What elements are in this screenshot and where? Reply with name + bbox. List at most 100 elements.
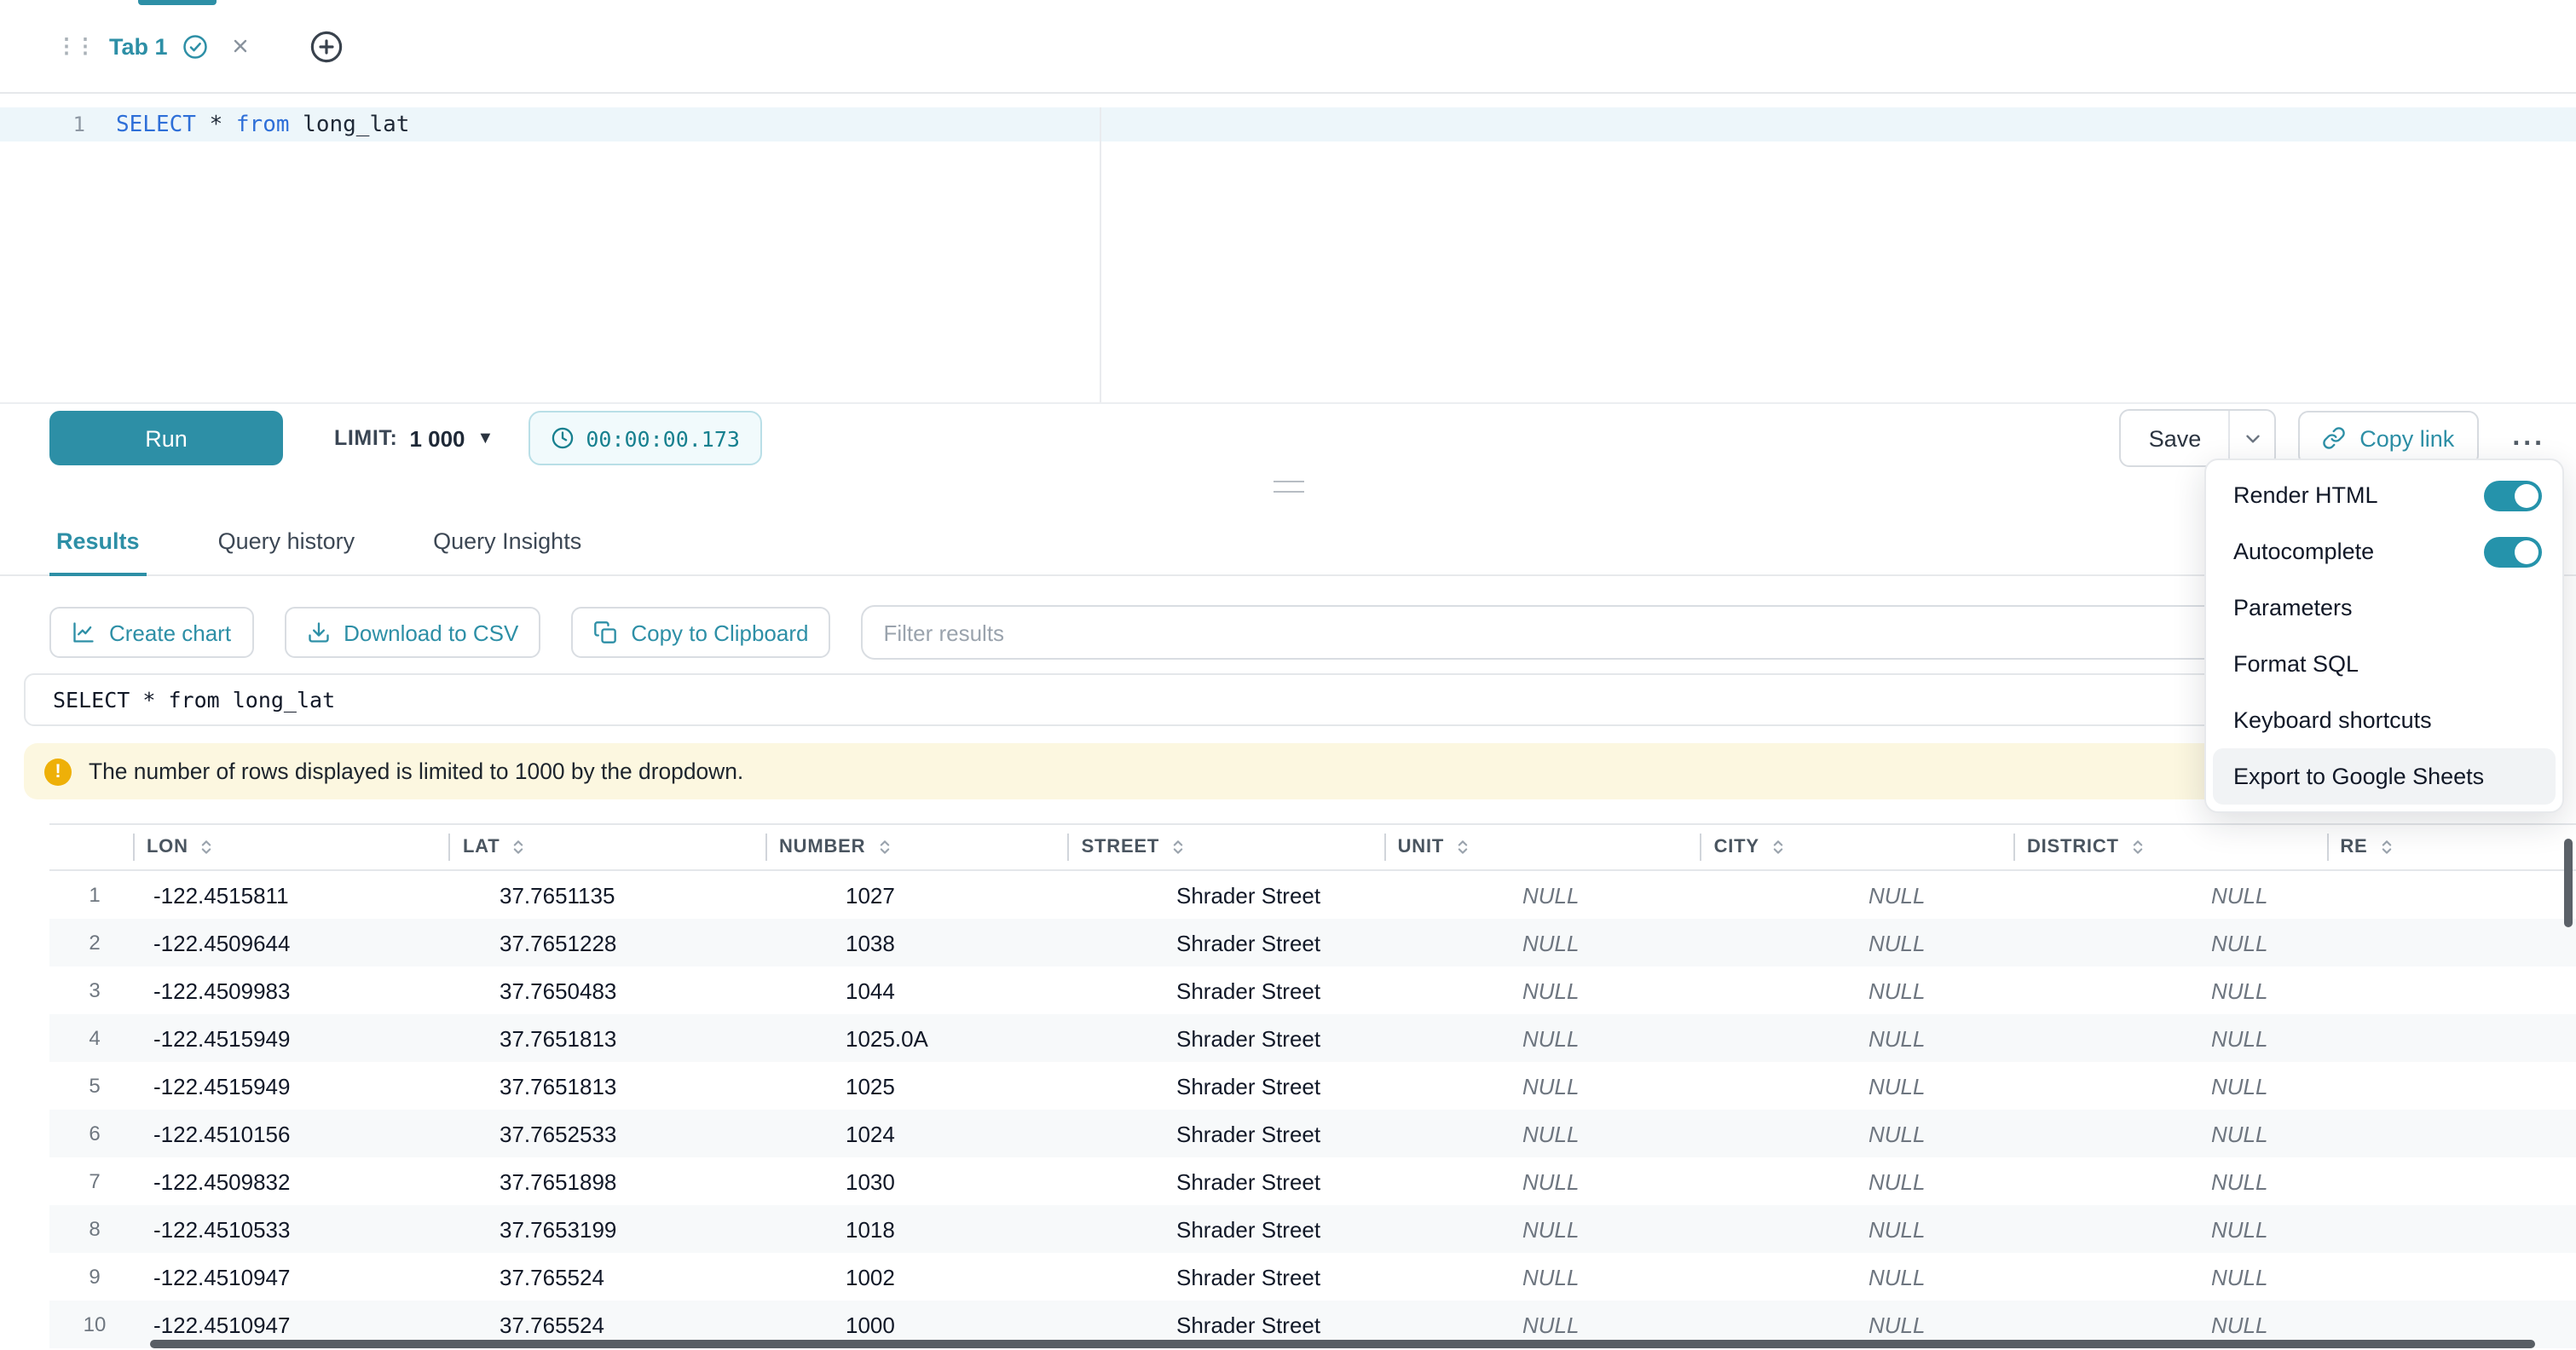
sql-editor[interactable]: 1 SELECT * from long_lat — [0, 107, 2576, 404]
menu-item-format-sql[interactable]: Format SQL — [2206, 636, 2562, 692]
table-cell[interactable]: NULL — [1855, 1312, 2198, 1337]
table-cell[interactable]: Shrader Street — [1163, 1264, 1509, 1289]
table-cell[interactable]: NULL — [1509, 1264, 1855, 1289]
table-row[interactable]: 9-122.451094737.7655241002Shrader Street… — [49, 1253, 2576, 1301]
table-cell[interactable]: 37.7650483 — [486, 978, 832, 1003]
table-cell[interactable]: -122.4515949 — [140, 1073, 486, 1099]
table-cell[interactable]: Shrader Street — [1163, 882, 1509, 908]
row-number[interactable]: 3 — [49, 978, 140, 1002]
table-cell[interactable]: NULL — [1855, 1216, 2198, 1242]
column-header-district[interactable]: DISTRICT — [2013, 825, 2326, 869]
table-cell[interactable]: NULL — [2198, 1216, 2540, 1242]
table-cell[interactable]: 37.7651135 — [486, 882, 832, 908]
table-cell[interactable]: NULL — [1509, 930, 1855, 955]
table-cell[interactable]: NULL — [1855, 882, 2198, 908]
save-options-button[interactable] — [2228, 411, 2274, 465]
row-number[interactable]: 1 — [49, 883, 140, 907]
table-row[interactable]: 2-122.450964437.76512281038Shrader Stree… — [49, 919, 2576, 966]
table-cell[interactable]: 1044 — [832, 978, 1163, 1003]
menu-item-autocomplete[interactable]: Autocomplete — [2206, 523, 2562, 580]
table-cell[interactable]: NULL — [2198, 978, 2540, 1003]
menu-item-export-google-sheets[interactable]: Export to Google Sheets — [2213, 748, 2556, 805]
row-number[interactable]: 10 — [49, 1312, 140, 1336]
table-cell[interactable]: -122.4515949 — [140, 1025, 486, 1051]
table-cell[interactable]: 37.7651813 — [486, 1073, 832, 1099]
table-cell[interactable]: 37.7651228 — [486, 930, 832, 955]
table-cell[interactable]: NULL — [1509, 1073, 1855, 1099]
table-cell[interactable]: 37.765524 — [486, 1264, 832, 1289]
tab-query-history[interactable]: Query history — [211, 528, 362, 574]
table-cell[interactable]: NULL — [2198, 1025, 2540, 1051]
close-tab-icon[interactable] — [231, 36, 251, 56]
row-number[interactable]: 4 — [49, 1026, 140, 1050]
table-cell[interactable]: -122.4510947 — [140, 1312, 486, 1337]
column-header-unit[interactable]: UNIT — [1384, 825, 1701, 869]
table-cell[interactable]: 1024 — [832, 1121, 1163, 1146]
create-chart-button[interactable]: Create chart — [49, 607, 253, 658]
table-cell[interactable]: NULL — [1509, 1168, 1855, 1194]
copy-link-button[interactable]: Copy link — [2298, 411, 2478, 465]
row-number[interactable]: 5 — [49, 1074, 140, 1098]
table-cell[interactable]: 37.7651898 — [486, 1168, 832, 1194]
table-cell[interactable]: Shrader Street — [1163, 1312, 1509, 1337]
table-row[interactable]: 4-122.451594937.76518131025.0AShrader St… — [49, 1014, 2576, 1062]
table-cell[interactable]: NULL — [1855, 978, 2198, 1003]
column-header-street[interactable]: STREET — [1068, 825, 1384, 869]
splitter-handle-icon[interactable] — [1273, 480, 1303, 492]
tab-query-insights[interactable]: Query Insights — [426, 528, 588, 574]
menu-item-keyboard-shortcuts[interactable]: Keyboard shortcuts — [2206, 692, 2562, 748]
column-header-lat[interactable]: LAT — [449, 825, 765, 869]
pane-splitter[interactable] — [0, 472, 2576, 499]
table-cell[interactable]: -122.4510156 — [140, 1121, 486, 1146]
menu-item-parameters[interactable]: Parameters — [2206, 580, 2562, 636]
menu-item-render-html[interactable]: Render HTML — [2206, 467, 2562, 523]
table-cell[interactable]: Shrader Street — [1163, 1121, 1509, 1146]
tab-results[interactable]: Results — [49, 528, 147, 576]
table-row[interactable]: 5-122.451594937.76518131025Shrader Stree… — [49, 1062, 2576, 1110]
table-cell[interactable]: NULL — [1509, 978, 1855, 1003]
table-cell[interactable]: NULL — [1855, 1025, 2198, 1051]
render-html-toggle[interactable] — [2484, 480, 2542, 511]
download-csv-button[interactable]: Download to CSV — [284, 607, 540, 658]
table-cell[interactable]: 37.7652533 — [486, 1121, 832, 1146]
table-cell[interactable]: Shrader Street — [1163, 978, 1509, 1003]
table-cell[interactable]: 1018 — [832, 1216, 1163, 1242]
drag-handle-icon[interactable]: ⋮⋮ — [56, 34, 94, 58]
tab-1[interactable]: ⋮⋮ Tab 1 — [49, 0, 258, 92]
save-button[interactable]: Save — [2122, 411, 2229, 465]
table-cell[interactable]: 1030 — [832, 1168, 1163, 1194]
column-header-number[interactable]: NUMBER — [765, 825, 1068, 869]
row-number[interactable]: 7 — [49, 1169, 140, 1193]
table-cell[interactable]: NULL — [2198, 1168, 2540, 1194]
table-cell[interactable]: NULL — [1509, 1312, 1855, 1337]
column-header-city[interactable]: CITY — [1701, 825, 2013, 869]
table-cell[interactable]: NULL — [1855, 930, 2198, 955]
table-cell[interactable]: 37.7653199 — [486, 1216, 832, 1242]
table-cell[interactable]: NULL — [1509, 1025, 1855, 1051]
row-number[interactable]: 9 — [49, 1265, 140, 1289]
table-cell[interactable]: -122.4509832 — [140, 1168, 486, 1194]
limit-dropdown[interactable]: LIMIT: 1 000 ▼ — [334, 425, 494, 451]
editor-active-line[interactable]: 1 SELECT * from long_lat — [0, 107, 2576, 141]
table-cell[interactable]: -122.4509983 — [140, 978, 486, 1003]
table-cell[interactable]: 37.7651813 — [486, 1025, 832, 1051]
table-cell[interactable]: NULL — [1855, 1121, 2198, 1146]
table-cell[interactable]: Shrader Street — [1163, 1216, 1509, 1242]
table-cell[interactable]: NULL — [2198, 1312, 2540, 1337]
table-cell[interactable]: 1000 — [832, 1312, 1163, 1337]
table-row[interactable]: 1-122.451581137.76511351027Shrader Stree… — [49, 871, 2576, 919]
table-cell[interactable]: NULL — [1509, 1216, 1855, 1242]
table-row[interactable]: 7-122.450983237.76518981030Shrader Stree… — [49, 1157, 2576, 1205]
table-cell[interactable]: 37.765524 — [486, 1312, 832, 1337]
run-query-button[interactable]: Run — [49, 411, 283, 465]
row-number[interactable]: 8 — [49, 1217, 140, 1241]
table-cell[interactable]: Shrader Street — [1163, 1168, 1509, 1194]
table-cell[interactable]: -122.4515811 — [140, 882, 486, 908]
row-number[interactable]: 6 — [49, 1122, 140, 1145]
table-cell[interactable]: 1025.0A — [832, 1025, 1163, 1051]
table-cell[interactable]: NULL — [2198, 1073, 2540, 1099]
table-cell[interactable]: -122.4510947 — [140, 1264, 486, 1289]
table-cell[interactable]: -122.4509644 — [140, 930, 486, 955]
table-cell[interactable]: 1038 — [832, 930, 1163, 955]
table-cell[interactable]: NULL — [1855, 1073, 2198, 1099]
